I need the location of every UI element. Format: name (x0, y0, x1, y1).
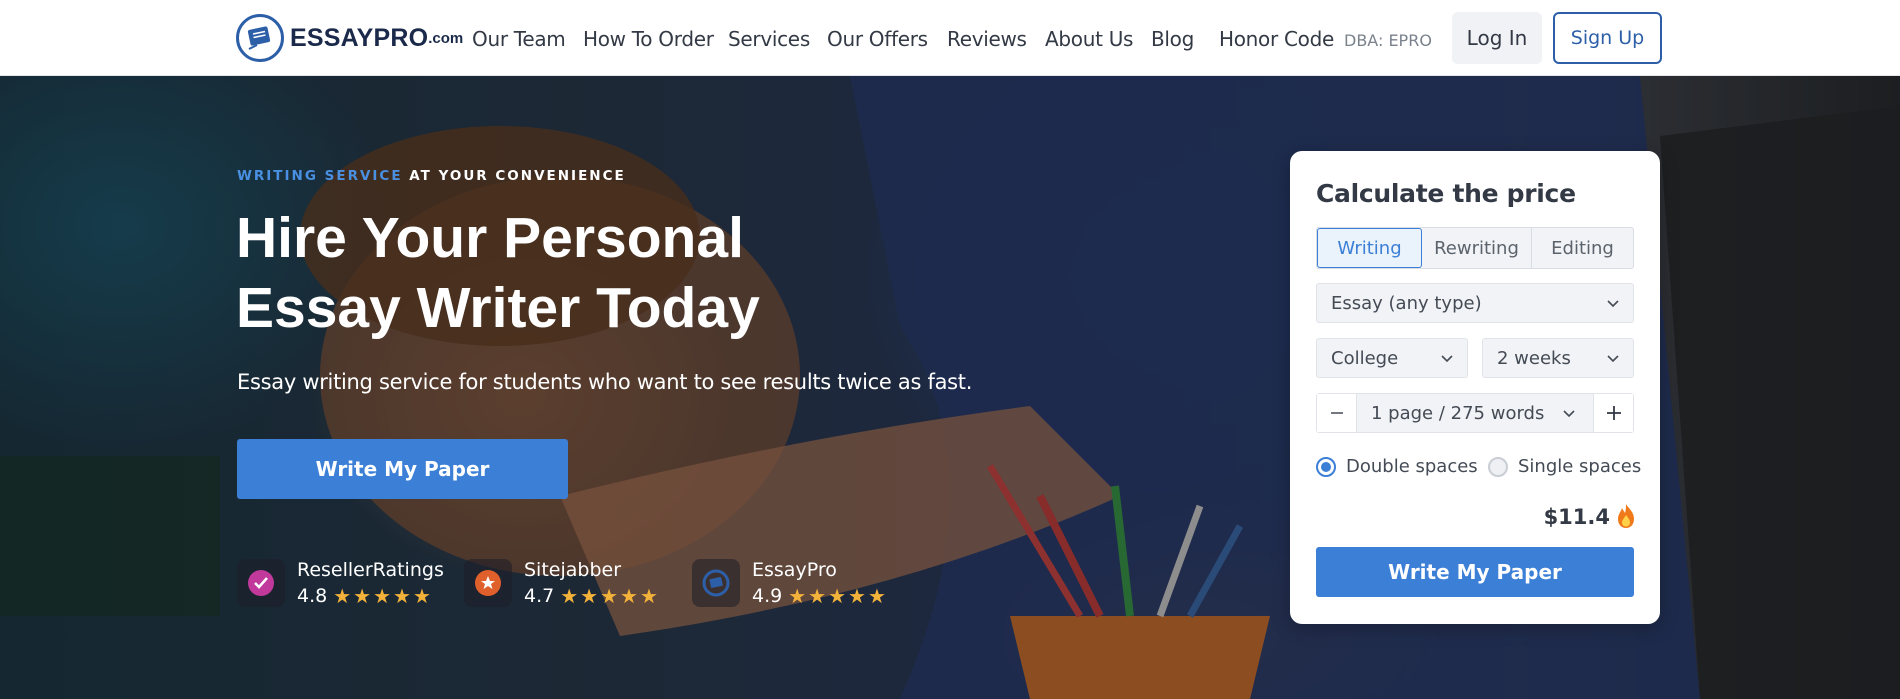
logo-suffix: .com (428, 29, 464, 47)
essaypro-logo[interactable]: ESSAYPRO .com (236, 14, 463, 62)
radio-unselected-icon[interactable] (1488, 456, 1508, 477)
nav-services[interactable]: Services (728, 27, 810, 51)
price-value: $11.4 (1543, 505, 1610, 529)
chevron-down-icon (1607, 300, 1619, 308)
signup-button[interactable]: Sign Up (1553, 12, 1662, 64)
nav-honor-code[interactable]: Honor Code (1219, 27, 1334, 51)
eyebrow-highlight: WRITING SERVICE (237, 168, 403, 184)
deadline-select[interactable]: 2 weeks (1482, 338, 1634, 378)
nav-our-team[interactable]: Our Team (472, 27, 566, 51)
calculator-write-my-paper-button[interactable]: Write My Paper (1316, 547, 1634, 597)
single-spaces-option[interactable]: Single spaces (1488, 456, 1641, 477)
calculator-title: Calculate the price (1316, 179, 1576, 208)
rating-essaypro[interactable]: EssayPro 4.9 ★★★★★ (692, 557, 888, 609)
double-spaces-option[interactable]: Double spaces (1316, 456, 1478, 477)
rating-resellerratings[interactable]: ResellerRatings 4.8 ★★★★★ (237, 557, 444, 609)
hero-title-line-1: Hire Your Personal (236, 206, 744, 270)
fire-icon (1618, 504, 1634, 528)
rating-name: Sitejabber (524, 558, 622, 581)
plus-icon (1606, 406, 1621, 420)
nav-our-offers[interactable]: Our Offers (827, 27, 928, 51)
chevron-down-icon (1441, 355, 1453, 363)
minus-icon (1330, 412, 1343, 414)
radio-selected-icon[interactable] (1316, 456, 1336, 477)
sitejabber-icon (464, 559, 512, 607)
resellerratings-icon (237, 559, 285, 607)
hero-title-line-2: Essay Writer Today (236, 276, 760, 340)
rating-name: ResellerRatings (297, 558, 444, 581)
academic-level-select[interactable]: College (1316, 338, 1468, 378)
hero-subtitle: Essay writing service for students who w… (237, 370, 973, 394)
logo-text: ESSAYPRO (290, 23, 429, 52)
academic-level-value: College (1331, 347, 1399, 369)
single-spaces-label: Single spaces (1518, 456, 1642, 477)
eyebrow-rest: AT YOUR CONVENIENCE (409, 168, 626, 184)
rating-score: 4.7 (524, 585, 555, 607)
tab-writing[interactable]: Writing (1317, 228, 1422, 268)
rating-sitejabber[interactable]: Sitejabber 4.7 ★★★★★ (464, 557, 660, 609)
paper-type-select[interactable]: Essay (any type) (1316, 283, 1634, 323)
hero-title: Hire Your Personal Essay Writer Today (236, 203, 936, 343)
essaypro-icon (692, 559, 740, 607)
nav-how-to-order[interactable]: How To Order (583, 27, 714, 51)
nav-about-us[interactable]: About Us (1045, 27, 1133, 51)
rating-name: EssayPro (752, 558, 837, 581)
service-type-tabs: Writing Rewriting Editing (1316, 227, 1634, 269)
star-rating-icon: ★★★★★ (333, 585, 433, 608)
pages-stepper: 1 page / 275 words (1316, 393, 1634, 433)
price-calculator-card: Calculate the price Writing Rewriting Ed… (1290, 151, 1660, 624)
paper-type-value: Essay (any type) (1331, 292, 1482, 314)
hero-write-my-paper-button[interactable]: Write My Paper (237, 439, 568, 499)
nav-blog[interactable]: Blog (1151, 27, 1194, 51)
pages-value[interactable]: 1 page / 275 words (1371, 403, 1544, 424)
tab-editing[interactable]: Editing (1532, 228, 1633, 268)
rating-score: 4.9 (752, 585, 783, 607)
increase-pages-button[interactable] (1593, 394, 1633, 432)
dba-label: DBA: EPRO (1344, 31, 1432, 50)
decrease-pages-button[interactable] (1317, 394, 1357, 432)
star-rating-icon: ★★★★★ (788, 585, 888, 608)
top-navigation-bar: ESSAYPRO .com Our Team How To Order Servi… (0, 0, 1900, 76)
hero-section: WRITING SERVICE AT YOUR CONVENIENCE Hire… (0, 76, 1900, 699)
deadline-value: 2 weeks (1497, 347, 1571, 369)
nav-reviews[interactable]: Reviews (947, 27, 1027, 51)
chevron-down-icon[interactable] (1561, 406, 1577, 422)
tab-rewriting[interactable]: Rewriting (1422, 228, 1532, 268)
hero-eyebrow: WRITING SERVICE AT YOUR CONVENIENCE (237, 168, 626, 184)
rating-score: 4.8 (297, 585, 328, 607)
login-button[interactable]: Log In (1452, 12, 1542, 64)
star-rating-icon: ★★★★★ (560, 585, 660, 608)
double-spaces-label: Double spaces (1346, 456, 1478, 477)
logo-icon (236, 14, 284, 62)
chevron-down-icon (1607, 355, 1619, 363)
